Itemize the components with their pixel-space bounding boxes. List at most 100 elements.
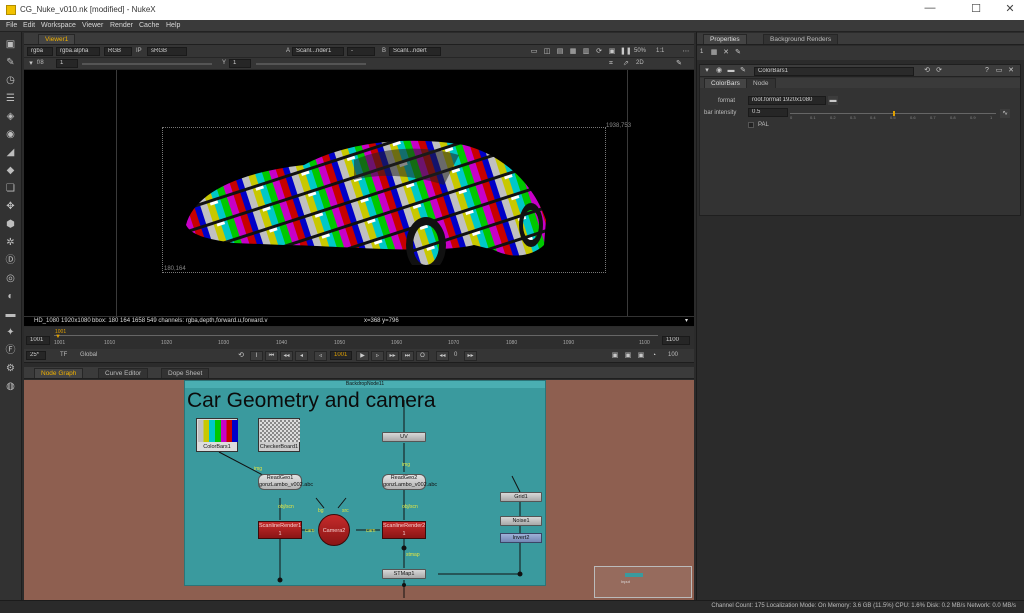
color-tool-icon[interactable]: ◈ [3,110,18,123]
next-keyframe-icon[interactable]: ▸▸ [386,351,399,361]
info-dropdown-icon[interactable]: ▾ [685,317,688,324]
tab-properties[interactable]: Properties [703,34,747,44]
stmap1-node[interactable]: STMap1 [382,569,426,579]
node-pencil-icon[interactable]: ✎ [738,66,748,75]
channel-tool-icon[interactable]: ☰ [3,92,18,105]
viewer-settings-icon[interactable]: ⋯ [681,47,691,56]
a-input-select[interactable]: Scanl...nder1 [292,47,344,56]
viewer-canvas[interactable]: 1938,753 180,164 [24,70,694,316]
zoom-value[interactable]: 50% [634,48,646,54]
camera2-node[interactable]: Camera2 [318,514,350,546]
cache-icon[interactable]: ▣ [610,351,620,360]
maximize-button[interactable]: ☐ [968,2,984,16]
step-back-icon[interactable]: ◃ [314,351,327,361]
tab-background-renders[interactable]: Background Renders [763,34,839,44]
3d-tool-icon[interactable]: ⬢ [3,218,18,231]
undo-icon[interactable]: ⟲ [922,66,932,75]
alpha-select[interactable]: rgba.alpha [56,47,100,56]
menu-render[interactable]: Render [110,22,133,29]
timeline[interactable]: 1001 ▼ 1001 1100 1001 1010 1020 1030 104… [24,327,694,349]
current-frame-field[interactable]: 1001 [330,351,352,360]
time-tool-icon[interactable]: ◷ [3,74,18,87]
out-point-button[interactable]: O [416,351,429,361]
checkerboard-node[interactable]: CheckerBoard1 [258,418,300,452]
bar-intensity-slider[interactable]: 0 0.1 0.2 0.3 0.4 0.5 0.6 0.7 0.8 0.9 1 [790,111,996,120]
gain-field[interactable]: 1 [56,59,78,68]
lock-icon[interactable]: ▣ [607,47,617,56]
pal-checkbox[interactable] [748,122,754,128]
subtab-node[interactable]: Node [746,78,776,88]
loop-icon[interactable]: ⟲ [236,351,246,360]
scanlinerender2-node[interactable]: ScanlineRender2 1 [382,521,426,539]
viewer-icon[interactable]: ▬ [726,66,736,75]
fstop-value[interactable]: f/8 [37,60,44,66]
properties-count[interactable]: 1 [700,49,703,55]
tf-select[interactable]: TF [60,352,67,358]
guides-icon[interactable]: ▤ [555,47,565,56]
globe-tool-icon[interactable]: ◍ [3,380,18,393]
toolsets-tool-icon[interactable]: ▬ [3,308,18,321]
subtab-colorbars[interactable]: ColorBars [704,78,747,88]
menu-viewer[interactable]: Viewer [82,22,103,29]
curve-icon[interactable]: ∿ [1000,109,1010,118]
clear-panel-icon[interactable]: ▦ [709,48,719,57]
gamma-slider[interactable] [256,63,366,65]
other-tool-icon[interactable]: ✦ [3,326,18,339]
furnace-tool-icon[interactable]: Ⓕ [3,344,18,357]
tab-curve-editor[interactable]: Curve Editor [98,368,149,378]
redo-icon[interactable]: ⟳ [934,66,944,75]
flipbook-icon[interactable]: ◔ [649,351,659,360]
image-tool-icon[interactable]: ▣ [3,38,18,51]
view-mode-value[interactable]: 2D [636,60,644,66]
keyer-tool-icon[interactable]: ◢ [3,146,18,159]
deep-tool-icon[interactable]: Ⓓ [3,254,18,267]
node-graph-navigator[interactable]: Input [594,566,692,598]
range-select[interactable]: Global [80,352,97,358]
end-frame-value[interactable]: 100 [668,352,678,358]
timeline-end-field[interactable]: 1100 [662,336,690,345]
menu-file[interactable]: File [6,22,17,29]
node-name-field[interactable]: ColorBars1 [754,67,914,76]
readgeo2-node[interactable]: ReadGeo2 gonzLambo_v002.abc [382,474,437,490]
scanlinerender1-node[interactable]: ScanlineRender1 1 [258,521,302,539]
a-op-select[interactable]: - [347,47,375,56]
particles-tool-icon[interactable]: ✲ [3,236,18,249]
play-forward-icon[interactable]: ▶ [356,351,369,361]
bar-intensity-field[interactable]: 0.5 [748,108,788,117]
noise1-node[interactable]: Noise1 [500,516,542,526]
menu-workspace[interactable]: Workspace [41,22,76,29]
paint-icon[interactable]: ✎ [674,59,684,68]
close-button[interactable]: ✕ [1002,2,1018,16]
close-all-icon[interactable]: ✕ [721,48,731,57]
in-point-button[interactable]: I [250,351,263,361]
format-dropdown[interactable]: root.format 1920x1080 [748,96,826,105]
pause-icon[interactable]: ❚❚ [620,47,632,56]
grid1-node[interactable]: Grid1 [500,492,542,502]
colorspace-select[interactable]: RGB [104,47,132,56]
draw-tool-icon[interactable]: ✎ [3,56,18,69]
zebra-icon[interactable]: ▦ [568,47,578,56]
first-frame-icon[interactable]: ⏮ [265,351,278,361]
metadata-tool-icon[interactable]: ◐ [3,290,18,303]
layers-tool-icon[interactable]: ❏ [3,182,18,195]
float-icon[interactable]: ▭ [994,66,1004,75]
filter-tool-icon[interactable]: ◉ [3,128,18,141]
readgeo1-node[interactable]: ReadGeo1 gonzLambo_v002.abc [258,474,313,490]
menu-edit[interactable]: Edit [23,22,35,29]
pin-icon[interactable]: ▣ [636,351,646,360]
menu-cache[interactable]: Cache [139,22,159,29]
timeline-start-field[interactable]: 1001 [26,336,50,345]
prev-increment-icon[interactable]: ◂ [295,351,308,361]
ocio-tool-icon[interactable]: ⚙ [3,362,18,375]
lock-range-icon[interactable]: ▣ [623,351,633,360]
ratio-value[interactable]: 1:1 [656,48,664,54]
tab-dope-sheet[interactable]: Dope Sheet [161,368,210,378]
collapse-icon[interactable]: ▾ [702,66,712,75]
tab-node-graph[interactable]: Node Graph [34,368,84,378]
merge-tool-icon[interactable]: ◆ [3,164,18,177]
view-3d-icon[interactable]: ⬀ [621,59,631,68]
node-color-icon[interactable]: ◉ [714,66,724,75]
b-input-select[interactable]: Scanl...ndert [389,47,441,56]
roi-icon[interactable]: ▭ [529,47,539,56]
gamma-field[interactable]: 1 [229,59,251,68]
